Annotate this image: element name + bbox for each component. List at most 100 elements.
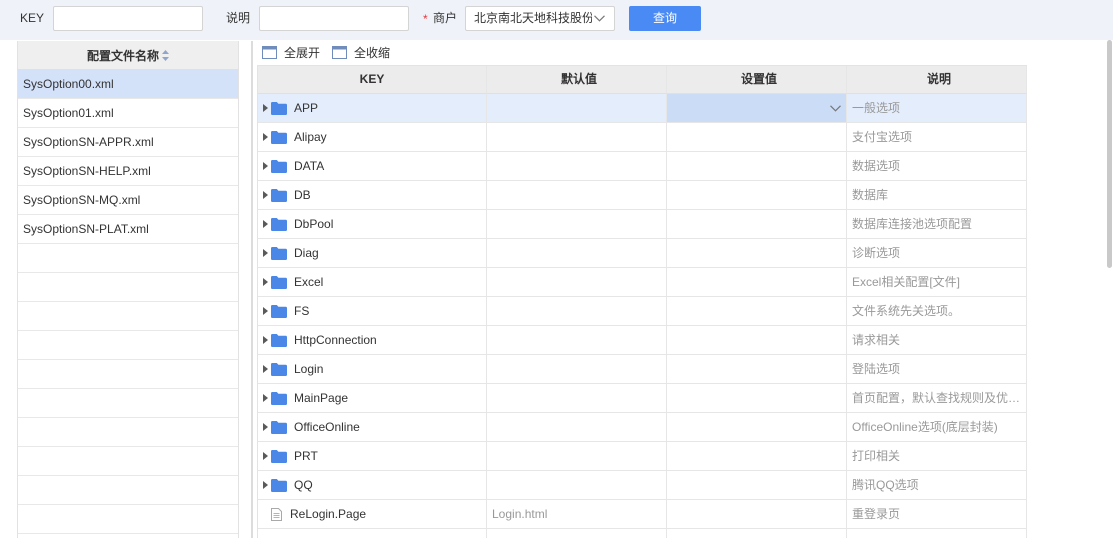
setting-value-cell[interactable] (667, 210, 847, 239)
config-file-item[interactable]: SysOptionSN-PLAT.xml (18, 215, 238, 244)
expand-arrow-icon[interactable] (263, 365, 268, 373)
default-value-cell[interactable] (487, 123, 667, 152)
description: OfficeOnline选项(底层封装) (852, 420, 998, 434)
setting-value-cell[interactable] (667, 181, 847, 210)
default-value-cell[interactable] (487, 210, 667, 239)
default-value-cell[interactable] (487, 152, 667, 181)
default-value-cell[interactable] (487, 268, 667, 297)
key-cell[interactable]: Login (258, 355, 487, 384)
setting-value-cell[interactable] (667, 384, 847, 413)
merchant-select[interactable]: 北京南北天地科技股份 (465, 6, 615, 31)
setting-value-cell[interactable] (667, 442, 847, 471)
default-value-cell[interactable] (487, 355, 667, 384)
table-row[interactable]: FS 文件系统先关选项。 (258, 297, 1027, 326)
sort-icon[interactable] (162, 49, 169, 61)
default-value-cell[interactable] (487, 326, 667, 355)
key-cell[interactable]: Excel (258, 268, 487, 297)
expand-arrow-icon[interactable] (263, 336, 268, 344)
setting-value-cell[interactable] (667, 268, 847, 297)
table-row[interactable]: Alipay 支付宝选项 (258, 123, 1027, 152)
config-file-item[interactable]: SysOption01.xml (18, 99, 238, 128)
default-value-cell[interactable] (487, 442, 667, 471)
setting-value-cell[interactable] (667, 297, 847, 326)
key-input[interactable] (53, 6, 203, 31)
default-value-cell[interactable] (487, 413, 667, 442)
table-row[interactable]: OfficeOnline OfficeOnline选项(底层封装) (258, 413, 1027, 442)
setting-value-cell[interactable] (667, 355, 847, 384)
panel-splitter[interactable] (251, 41, 253, 538)
table-row[interactable]: DB 数据库 (258, 181, 1027, 210)
table-header: KEY 默认值 设置值 说明 (258, 66, 1027, 94)
expand-arrow-icon[interactable] (263, 278, 268, 286)
description-cell: OfficeOnline选项(底层封装) (847, 413, 1027, 442)
default-value-cell[interactable]: Login.html (487, 500, 667, 529)
setting-value-dropdown[interactable] (667, 94, 847, 123)
expand-arrow-icon[interactable] (263, 191, 268, 199)
key-cell[interactable]: FS (258, 297, 487, 326)
key-cell[interactable]: MainPage (258, 384, 487, 413)
expand-arrow-icon[interactable] (263, 104, 268, 112)
expand-arrow-icon[interactable] (263, 307, 268, 315)
table-row[interactable]: MainPage 首页配置，默认查找规则及优… (258, 384, 1027, 413)
expand-arrow-icon[interactable] (263, 249, 268, 257)
table-row[interactable]: Diag 诊断选项 (258, 239, 1027, 268)
key-cell[interactable]: ReLogin.Page (258, 500, 487, 529)
table-row[interactable]: DbPool 数据库连接池选项配置 (258, 210, 1027, 239)
table-row[interactable]: APP 一般选项 (258, 94, 1027, 123)
query-button[interactable]: 查询 (629, 6, 701, 31)
default-value-cell[interactable] (487, 94, 667, 123)
vertical-scrollbar-thumb[interactable] (1107, 40, 1112, 268)
default-value-cell[interactable] (487, 471, 667, 500)
key-text: FS (294, 304, 310, 318)
description-input[interactable] (259, 6, 409, 31)
key-cell[interactable]: QQ (258, 471, 487, 500)
expand-arrow-icon[interactable] (263, 481, 268, 489)
config-file-item[interactable]: SysOptionSN-MQ.xml (18, 186, 238, 215)
config-file-item[interactable]: SysOptionSN-APPR.xml (18, 128, 238, 157)
config-file-header[interactable]: 配置文件名称 (18, 41, 238, 70)
column-header-default[interactable]: 默认值 (487, 66, 667, 94)
key-cell[interactable]: Diag (258, 239, 487, 268)
default-value-cell[interactable] (487, 384, 667, 413)
column-header-setting[interactable]: 设置值 (667, 66, 847, 94)
expand-arrow-icon[interactable] (263, 162, 268, 170)
key-cell[interactable]: Alipay (258, 123, 487, 152)
expand-arrow-icon[interactable] (263, 452, 268, 460)
default-value-cell[interactable] (487, 297, 667, 326)
table-row[interactable]: Login 登陆选项 (258, 355, 1027, 384)
setting-value-cell[interactable] (667, 471, 847, 500)
key-cell[interactable]: OfficeOnline (258, 413, 487, 442)
config-file-item[interactable]: SysOption00.xml (18, 70, 238, 99)
setting-value-cell[interactable] (667, 239, 847, 268)
key-cell[interactable]: DATA (258, 152, 487, 181)
table-row[interactable]: ReLogin.Page Login.html 重登录页 (258, 500, 1027, 529)
expand-arrow-icon[interactable] (263, 423, 268, 431)
expand-arrow-icon[interactable] (263, 220, 268, 228)
expand-all-button[interactable]: 全展开 (262, 43, 320, 62)
expand-arrow-icon[interactable] (263, 394, 268, 402)
setting-value-cell[interactable] (667, 123, 847, 152)
chevron-down-icon[interactable] (830, 105, 841, 112)
description: 数据选项 (852, 159, 901, 173)
default-value-cell[interactable] (487, 239, 667, 268)
key-cell[interactable]: DB (258, 181, 487, 210)
setting-value-cell[interactable] (667, 152, 847, 181)
default-value-cell[interactable] (487, 181, 667, 210)
key-cell[interactable]: HttpConnection (258, 326, 487, 355)
setting-value-cell[interactable] (667, 326, 847, 355)
column-header-description[interactable]: 说明 (847, 66, 1027, 94)
table-row[interactable]: Excel Excel相关配置[文件] (258, 268, 1027, 297)
setting-value-cell[interactable] (667, 413, 847, 442)
table-row[interactable]: DATA 数据选项 (258, 152, 1027, 181)
key-cell[interactable]: APP (258, 94, 487, 123)
collapse-all-button[interactable]: 全收缩 (332, 43, 390, 62)
table-row[interactable]: HttpConnection 请求相关 (258, 326, 1027, 355)
table-row[interactable]: PRT 打印相关 (258, 442, 1027, 471)
key-cell[interactable]: DbPool (258, 210, 487, 239)
table-row[interactable]: QQ 腾讯QQ选项 (258, 471, 1027, 500)
key-cell[interactable]: PRT (258, 442, 487, 471)
config-file-item[interactable]: SysOptionSN-HELP.xml (18, 157, 238, 186)
expand-arrow-icon[interactable] (263, 133, 268, 141)
setting-value-cell[interactable] (667, 500, 847, 529)
column-header-key[interactable]: KEY (258, 66, 487, 94)
